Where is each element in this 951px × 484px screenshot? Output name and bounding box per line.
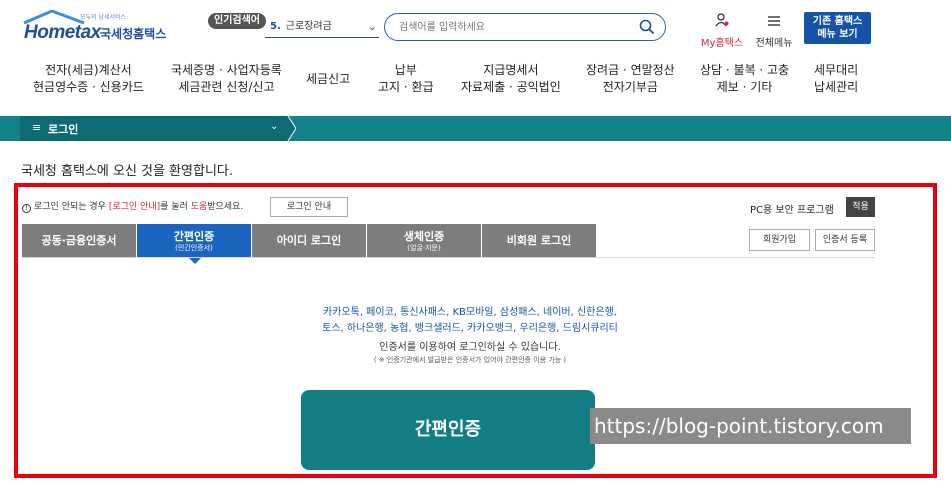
breadcrumb-arrow [286, 116, 296, 141]
old-menu-button[interactable]: 기존 홈택스 메뉴 보기 [804, 12, 871, 44]
gnb-line1: 상담 · 불복 · 고충 [700, 63, 790, 77]
gnb-line2: 고지 · 환급 [378, 80, 434, 94]
tab-label: 생체인증 [403, 230, 445, 243]
login-notice: ! 로그인 안되는 경우 [로그인 안내]를 눌러 도움받으세요. [22, 199, 243, 213]
gnb-line2: 전자기부금 [602, 80, 658, 94]
login-info: 인증서를 이용하여 로그인하실 수 있습니다. [379, 342, 561, 353]
chevron-down-icon: ⌄ [270, 121, 279, 132]
logo-tagline: 모두의 납세서비스 [80, 14, 127, 21]
gnb-line1: 세무대리 [814, 63, 859, 77]
tab-biometric[interactable]: 생체인증 (얼굴·지문) [367, 224, 481, 258]
popular-search-select[interactable]: 5. 근로장려금 ⌄ [265, 16, 379, 38]
popular-term: 근로장려금 [285, 21, 332, 32]
my-hometax-label: My홈택스 [700, 38, 744, 49]
join-button[interactable]: 회원가입 [749, 229, 810, 251]
notice-prefix: 로그인 안되는 경우 [34, 202, 109, 212]
global-nav: 전자(세금)계산서 현금영수증 · 신용카드 국세증명 · 사업자등록 세금관련… [0, 62, 951, 108]
gnb-line1: 지급명세서 [483, 63, 539, 77]
gnb-line1: 전자(세금)계산서 [45, 63, 132, 77]
gnb-item-incentives[interactable]: 장려금 · 연말정산 전자기부금 [586, 62, 675, 96]
notice-suffix: 받으세요. [207, 202, 244, 212]
breadcrumb-current[interactable]: ≡ 로그인 ⌄ [20, 116, 288, 141]
gnb-line2: 납세관리 [814, 80, 859, 94]
info-icon: ! [22, 204, 31, 213]
watermark-text: https://blog-point.tistory.com [590, 408, 911, 444]
easy-auth-button[interactable]: 간편인증 [301, 390, 595, 470]
gnb-item-e-invoice[interactable]: 전자(세금)계산서 현금영수증 · 신용카드 [33, 62, 144, 96]
cert-register-button[interactable]: 인증서 등록 [815, 229, 875, 251]
tab-id-login[interactable]: 아이디 로그인 [252, 224, 366, 258]
tab-label: 공동·금융인증서 [41, 234, 117, 247]
breadcrumb-label: 로그인 [48, 123, 79, 136]
notice-middle: 를 눌러 [160, 202, 191, 212]
search-input[interactable] [399, 19, 629, 35]
hamburger-icon [768, 16, 780, 26]
tab-sublabel: (얼굴·지문) [407, 244, 441, 252]
tab-easy-auth[interactable]: 간편인증 (민간인증서) [137, 224, 251, 264]
old-menu-line1: 기존 홈택스 [812, 16, 863, 27]
gnb-item-consulting[interactable]: 상담 · 불복 · 고충 제보 · 기타 [700, 62, 789, 96]
tab-sublabel: (민간인증서) [175, 244, 213, 252]
user-icon [715, 13, 729, 27]
gnb-line2: 제보 · 기타 [716, 80, 773, 94]
apply-button[interactable]: 적용 [846, 197, 875, 217]
popular-rank: 5. [270, 21, 281, 32]
tab-joint-financial-cert[interactable]: 공동·금융인증서 [22, 224, 136, 258]
providers-line1: 카카오톡, 페이코, 통신사패스, KB모바일, 삼성패스, 네이버, 신한은행… [323, 307, 617, 318]
gnb-line1: 국세증명 · 사업자등록 [171, 63, 282, 77]
my-hometax-button[interactable]: My홈택스 [698, 12, 746, 49]
gnb-item-tax-filing[interactable]: 세금신고 [306, 71, 350, 88]
gnb-item-payment[interactable]: 납부 고지 · 환급 [378, 62, 434, 96]
old-menu-line2: 메뉴 보기 [817, 29, 858, 40]
tab-label: 비회원 로그인 [506, 234, 572, 247]
tab-divider [22, 257, 875, 258]
gnb-line1: 세금신고 [306, 72, 351, 86]
hometax-logo[interactable]: 모두의 납세서비스 Hometax 국세청홈택스 [22, 10, 172, 44]
pc-security-label: PC용 보안 프로그램 [750, 205, 834, 216]
header: 모두의 납세서비스 Hometax 국세청홈택스 인기검색어 5. 근로장려금 ⌄… [0, 0, 951, 55]
menu-icon: ≡ [32, 121, 42, 134]
chevron-down-icon: ⌄ [367, 20, 377, 33]
gnb-line1: 장려금 · 연말정산 [586, 63, 675, 77]
popular-search-badge: 인기검색어 [208, 13, 266, 29]
gnb-line2: 현금영수증 · 신용카드 [33, 80, 144, 94]
notice-help: 도움 [190, 202, 208, 212]
all-menu-label: 전체메뉴 [755, 38, 793, 49]
gnb-line1: 납부 [394, 63, 417, 77]
logo-korean-name: 국세청홈택스 [100, 27, 167, 41]
providers-line2: 토스, 하나은행, 농협, 뱅크샐러드, 카카오뱅크, 우리은행, 드림시큐리티 [322, 323, 618, 334]
logo-wordmark: Hometax [24, 22, 101, 43]
login-guide-button[interactable]: 로그인 안내 [270, 197, 348, 217]
notice-link[interactable]: 로그인 안내 [112, 202, 156, 212]
providers-list: 카카오톡, 페이코, 통신사패스, KB모바일, 삼성패스, 네이버, 신한은행… [200, 305, 740, 337]
search-box [384, 13, 666, 41]
gnb-item-tax-agent[interactable]: 세무대리 납세관리 [814, 62, 858, 96]
tab-guest-login[interactable]: 비회원 로그인 [482, 224, 596, 258]
tab-label: 아이디 로그인 [276, 234, 342, 247]
tab-label: 간편인증 [173, 230, 215, 243]
welcome-message: 국세청 홈택스에 오신 것을 환영합니다. [21, 164, 234, 179]
search-icon[interactable] [639, 19, 655, 35]
all-menu-button[interactable]: 전체메뉴 [752, 12, 796, 49]
gnb-item-payment-statement[interactable]: 지급명세서 자료제출 · 공익법인 [461, 62, 561, 96]
breadcrumb: ≡ 로그인 ⌄ [0, 116, 951, 141]
gnb-item-certificates[interactable]: 국세증명 · 사업자등록 세금관련 신청/신고 [171, 62, 282, 96]
login-info-note: ( ※ 인증기관에서 발급받은 인증서가 있어야 간편인증 이용 가능 ) [373, 356, 567, 364]
gnb-line2: 세금관련 신청/신고 [178, 80, 275, 94]
gnb-line2: 자료제출 · 공익법인 [461, 80, 561, 94]
